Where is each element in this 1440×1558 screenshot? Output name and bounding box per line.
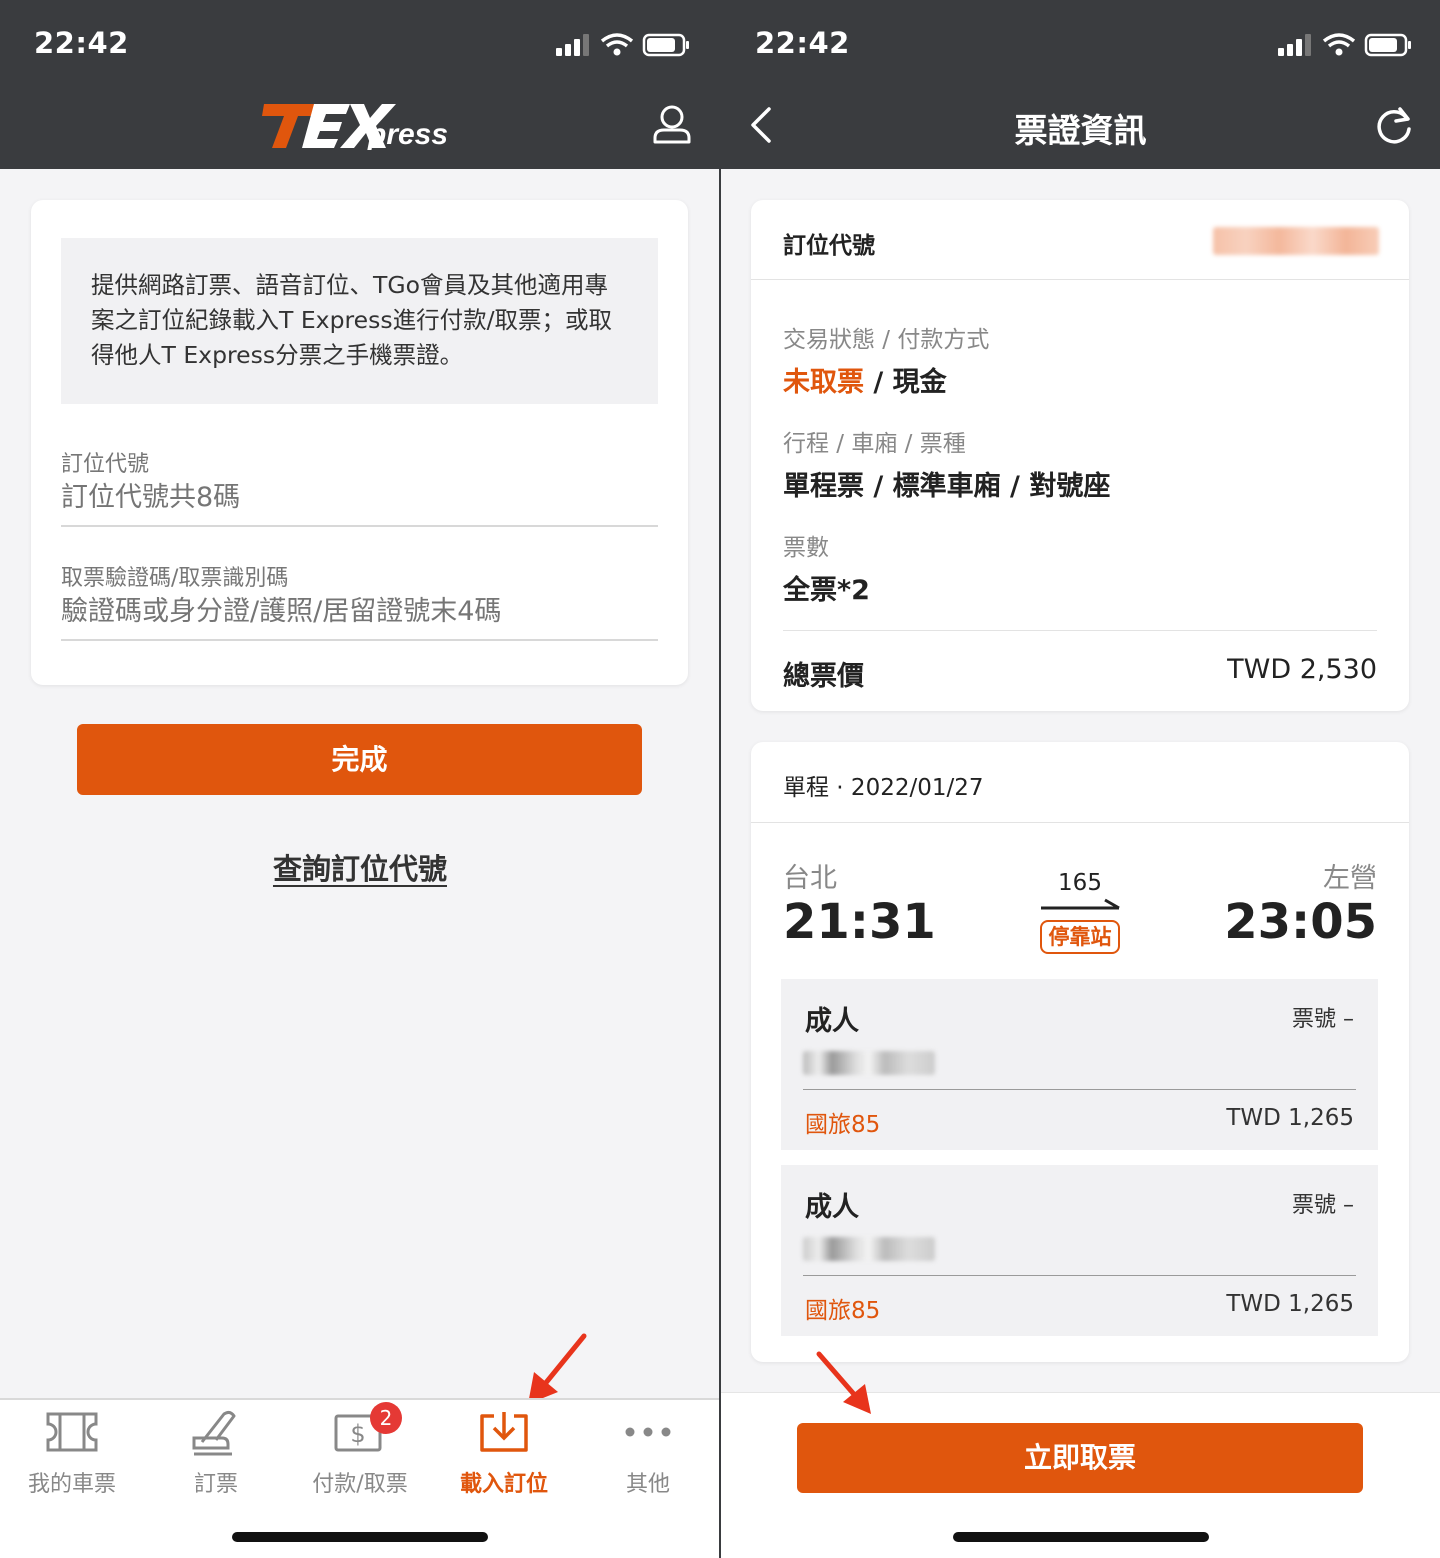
passenger-item: 成人 票號 – 國旅85 TWD 1,265 (781, 1165, 1378, 1336)
total-label: 總票價 (783, 661, 864, 692)
tab-bar: 我的車票 訂票 $ 2 付款/取票 載入訂位 其他 (0, 1398, 720, 1558)
total-value: TWD 2,530 (1227, 654, 1377, 685)
discount-type: 國旅85 (805, 1298, 881, 1324)
seat-icon (188, 1408, 244, 1456)
tab-payment[interactable]: $ 2 付款/取票 (288, 1402, 432, 1498)
refresh-icon[interactable] (1374, 105, 1414, 145)
passenger-divider (803, 1275, 1356, 1276)
annotation-arrow (816, 1351, 871, 1414)
trip-value: 單程票 / 標準車廂 / 對號座 (783, 471, 1111, 502)
status-time: 22:42 (34, 26, 129, 60)
tab-my-tickets[interactable]: 我的車票 (0, 1408, 144, 1498)
passenger-item: 成人 票號 – 國旅85 TWD 1,265 (781, 979, 1378, 1150)
booking-code-input[interactable] (61, 482, 658, 527)
count-value: 全票*2 (783, 575, 870, 606)
status-text: 未取票 (783, 367, 864, 398)
to-time: 23:05 (1224, 894, 1377, 950)
from-time: 21:31 (783, 894, 936, 950)
status-icons (556, 33, 689, 57)
user-icon[interactable] (652, 104, 692, 144)
passenger-divider (803, 1089, 1356, 1090)
journey-header: 單程 · 2022/01/27 (783, 775, 984, 801)
status-icons (1278, 33, 1411, 57)
more-icon (620, 1408, 676, 1456)
status-label: 交易狀態 / 付款方式 (783, 327, 990, 353)
passenger-price: TWD 1,265 (1226, 1291, 1354, 1317)
card-divider (751, 822, 1409, 823)
svg-text:press: press (367, 118, 448, 151)
annotation-arrow (528, 1333, 587, 1404)
trip-label: 行程 / 車廂 / 票種 (783, 431, 966, 457)
submit-button[interactable]: 完成 (77, 724, 642, 795)
home-indicator (952, 1532, 1209, 1542)
stops-tag[interactable]: 停靠站 (1040, 920, 1120, 954)
separator: / (873, 367, 893, 398)
texpress-logo: press (262, 104, 448, 151)
passenger-type: 成人 (805, 1006, 859, 1037)
passenger-price: TWD 1,265 (1226, 1105, 1354, 1131)
pickup-now-button[interactable]: 立即取票 (797, 1423, 1363, 1493)
home-indicator (232, 1532, 488, 1542)
direction-arrow-icon (1041, 898, 1120, 910)
card-divider (751, 279, 1409, 280)
app-header: 22:42 press (0, 0, 720, 169)
count-label: 票數 (783, 535, 829, 561)
booking-code-label: 訂位代號 (783, 233, 875, 259)
tab-load-booking[interactable]: 載入訂位 (432, 1408, 576, 1498)
ticket-number: 票號 – (1292, 1007, 1354, 1032)
left-screen: 22:42 press 提供網路訂票、語音訂位、TGo會員及其他適用專案之訂位紀… (0, 0, 720, 1558)
tab-more[interactable]: 其他 (576, 1408, 720, 1498)
download-icon (476, 1408, 532, 1456)
from-station: 台北 (783, 863, 837, 894)
payment-badge: 2 (370, 1402, 402, 1434)
journey-card: 單程 · 2022/01/27 台北 21:31 左營 23:05 165 停靠… (751, 742, 1409, 1362)
lookup-booking-link[interactable]: 查詢訂位代號 (0, 846, 720, 888)
load-booking-card: 提供網路訂票、語音訂位、TGo會員及其他適用專案之訂位紀錄載入T Express… (31, 200, 688, 685)
card-divider (783, 630, 1377, 631)
tab-book[interactable]: 訂票 (144, 1408, 288, 1498)
to-station: 左營 (1323, 863, 1377, 894)
train-number: 165 (1058, 870, 1102, 896)
payment-text: 現金 (892, 367, 947, 398)
tab-label: 付款/取票 (312, 1472, 408, 1497)
status-time: 22:42 (755, 26, 850, 60)
ticket-number: 票號 – (1292, 1193, 1354, 1218)
tab-label: 載入訂位 (459, 1472, 548, 1497)
discount-type: 國旅85 (805, 1112, 881, 1138)
ticket-icon (44, 1408, 100, 1456)
payment-icon: $ 2 (332, 1402, 402, 1456)
app-header: 22:42 票證資訊 (721, 0, 1440, 169)
info-text: 提供網路訂票、語音訂位、TGo會員及其他適用專案之訂位紀錄載入T Express… (61, 238, 658, 404)
right-screen: 22:42 票證資訊 訂位代號 交易狀態 / 付款方式 未取票 / 現金 行程 … (721, 0, 1440, 1558)
svg-text:$: $ (350, 1420, 365, 1448)
tab-label: 我的車票 (27, 1472, 116, 1497)
page-title: 票證資訊 (1014, 111, 1147, 150)
lookup-booking-text[interactable]: 查詢訂位代號 (273, 852, 447, 886)
tab-label: 其他 (625, 1472, 670, 1497)
verify-code-label: 取票驗證碼/取票識別碼 (61, 566, 289, 591)
verify-code-input[interactable] (61, 596, 658, 641)
booking-info-card: 訂位代號 交易狀態 / 付款方式 未取票 / 現金 行程 / 車廂 / 票種 單… (751, 200, 1409, 711)
passenger-type: 成人 (805, 1192, 859, 1223)
booking-code-label: 訂位代號 (61, 452, 150, 477)
status-value: 未取票 / 現金 (783, 360, 947, 399)
tab-label: 訂票 (193, 1472, 238, 1497)
